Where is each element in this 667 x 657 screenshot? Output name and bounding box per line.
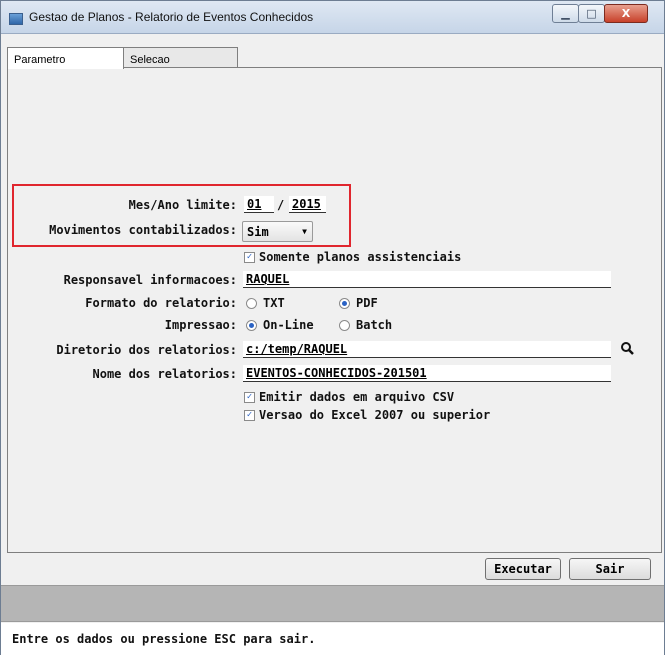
highlight-box [12, 184, 351, 247]
diretorio-label: Diretorio dos relatorios: [56, 343, 237, 357]
responsavel-label: Responsavel informacoes: [63, 273, 237, 287]
formato-radio-pdf[interactable] [339, 298, 350, 309]
emitir-csv-label: Emitir dados em arquivo CSV [259, 390, 455, 404]
close-icon: X [621, 7, 631, 20]
gray-toolbar [1, 585, 664, 622]
tab-selecao-label: Selecao [130, 54, 170, 66]
app-icon [9, 13, 23, 25]
versao-excel-checkbox[interactable]: ✓ [244, 410, 255, 421]
nome-input[interactable]: EVENTOS-CONHECIDOS-201501 [243, 365, 611, 382]
responsavel-input[interactable]: RAQUEL [243, 271, 611, 288]
window-title: Gestao de Planos - Relatorio de Eventos … [29, 10, 314, 24]
emitir-csv-checkbox[interactable]: ✓ [244, 392, 255, 403]
formato-radio-txt[interactable] [246, 298, 257, 309]
status-message: Entre os dados ou pressione ESC para sai… [12, 632, 316, 646]
nome-label: Nome dos relatorios: [92, 367, 238, 381]
executar-button[interactable]: Executar [485, 558, 561, 580]
minimize-button[interactable]: ▁ [552, 4, 579, 23]
impressao-radio-online[interactable] [246, 320, 257, 331]
impressao-label: Impressao: [164, 318, 237, 332]
maximize-button[interactable]: □ [578, 4, 605, 23]
tab-panel [7, 67, 662, 553]
somente-planos-checkbox[interactable]: ✓ [244, 252, 255, 263]
close-button[interactable]: X [604, 4, 648, 23]
sair-button[interactable]: Sair [569, 558, 651, 580]
versao-excel-label: Versao do Excel 2007 ou superior [259, 408, 491, 422]
formato-option-pdf: PDF [356, 296, 378, 310]
tab-parametro-label: Parametro [14, 54, 66, 66]
tab-selecao[interactable]: Selecao [123, 47, 238, 67]
somente-planos-label: Somente planos assistenciais [259, 250, 462, 264]
formato-option-txt: TXT [263, 296, 285, 310]
diretorio-input[interactable]: c:/temp/RAQUEL [243, 341, 611, 358]
impressao-radio-batch[interactable] [339, 320, 350, 331]
title-bar: Gestao de Planos - Relatorio de Eventos … [1, 1, 664, 34]
minimize-icon: ▁ [561, 7, 570, 20]
tab-parametro[interactable]: Parametro [7, 47, 124, 69]
status-bar: Entre os dados ou pressione ESC para sai… [1, 623, 664, 656]
search-icon[interactable] [620, 341, 635, 356]
impressao-option-online: On-Line [263, 318, 314, 332]
app-window: Gestao de Planos - Relatorio de Eventos … [0, 0, 665, 656]
formato-label: Formato do relatorio: [85, 296, 237, 310]
maximize-icon: □ [586, 7, 597, 20]
impressao-option-batch: Batch [356, 318, 393, 332]
